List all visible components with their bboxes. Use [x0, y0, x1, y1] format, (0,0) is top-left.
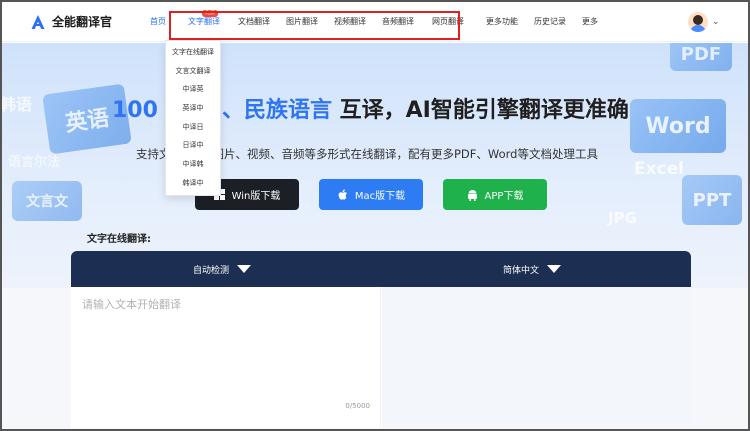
- deco-tile-ppt: PPT: [682, 175, 742, 225]
- logo-icon: [30, 14, 46, 30]
- translator-header: 自动检测 简体中文: [71, 251, 691, 287]
- text-translate-dropdown: 文字在线翻译 文言文翻译 中译英 英译中 中译日 日译中 中译韩 韩译中: [165, 40, 221, 196]
- main-nav: 首页 文字翻译 免费 文档翻译 图片翻译 视频翻译 音频翻译 网页翻译 更多功能…: [142, 2, 606, 42]
- deco-excel: Excel: [634, 159, 685, 179]
- nav-video-translate[interactable]: 视频翻译: [326, 2, 374, 42]
- menu-item-classical[interactable]: 文言文翻译: [166, 62, 220, 81]
- nav-audio-translate[interactable]: 音频翻译: [374, 2, 422, 42]
- apple-icon: [338, 188, 347, 200]
- translation-output: [382, 287, 691, 428]
- caret-down-icon: [547, 265, 562, 273]
- menu-item-text-online[interactable]: 文字在线翻译: [166, 43, 220, 62]
- caret-down-icon: [237, 265, 252, 273]
- top-header: 全能翻译官 首页 文字翻译 免费 文档翻译 图片翻译 视频翻译 音频翻译 网页翻…: [2, 2, 748, 42]
- menu-item-zh-ja[interactable]: 中译日: [166, 118, 220, 137]
- menu-item-ja-zh[interactable]: 日译中: [166, 136, 220, 155]
- user-avatar[interactable]: [688, 12, 708, 32]
- headline-end: 互译，AI智能引擎翻译更准确: [331, 98, 629, 123]
- nav-text-translate-label: 文字翻译: [188, 17, 220, 26]
- logo[interactable]: 全能翻译官: [30, 13, 112, 30]
- target-language-select[interactable]: 简体中文: [503, 251, 562, 287]
- char-counter: 0/5000: [345, 402, 370, 410]
- nav-text-translate[interactable]: 文字翻译 免费: [174, 2, 230, 42]
- menu-item-zh-ko[interactable]: 中译韩: [166, 155, 220, 174]
- deco-tile-classical: 文言文: [12, 181, 82, 221]
- page-frame: 全能翻译官 首页 文字翻译 免费 文档翻译 图片翻译 视频翻译 音频翻译 网页翻…: [0, 0, 750, 431]
- nav-more-features[interactable]: 更多功能: [478, 2, 526, 42]
- translator-body: 请输入文本开始翻译 0/5000: [71, 287, 691, 428]
- android-icon: [467, 189, 477, 201]
- chevron-down-icon[interactable]: ⌄: [712, 17, 720, 27]
- user-menu[interactable]: ⌄: [688, 12, 720, 32]
- nav-history[interactable]: 历史记录: [526, 2, 574, 42]
- deco-korean: 韩语: [2, 95, 33, 114]
- deco-jpg: JPG: [608, 209, 637, 227]
- nav-web-translate[interactable]: 网页翻译: [422, 2, 478, 42]
- headline-blue: 、民族语言: [221, 98, 332, 123]
- section-title: 文字在线翻译:: [87, 234, 151, 245]
- nav-image-translate[interactable]: 图片翻译: [278, 2, 326, 42]
- menu-item-zh-en[interactable]: 中译英: [166, 80, 220, 99]
- nav-home[interactable]: 首页: [142, 2, 174, 42]
- deco-french: 语言尔法: [8, 155, 61, 170]
- deco-tile-pdf: PDF: [670, 43, 732, 71]
- input-placeholder: 请输入文本开始翻译: [82, 298, 181, 311]
- mac-download-button[interactable]: Mac版下载: [319, 179, 423, 210]
- app-name: 全能翻译官: [52, 15, 113, 29]
- app-download-button[interactable]: APP下载: [443, 179, 547, 210]
- menu-item-ko-zh[interactable]: 韩译中: [166, 174, 220, 193]
- source-language-select[interactable]: 自动检测: [193, 251, 252, 287]
- menu-item-en-zh[interactable]: 英译中: [166, 99, 220, 118]
- nav-more[interactable]: 更多: [574, 2, 606, 42]
- headline-start: 100: [112, 98, 158, 123]
- source-text-input[interactable]: 请输入文本开始翻译 0/5000: [71, 287, 381, 428]
- free-badge: 免费: [201, 10, 218, 17]
- nav-doc-translate[interactable]: 文档翻译: [230, 2, 278, 42]
